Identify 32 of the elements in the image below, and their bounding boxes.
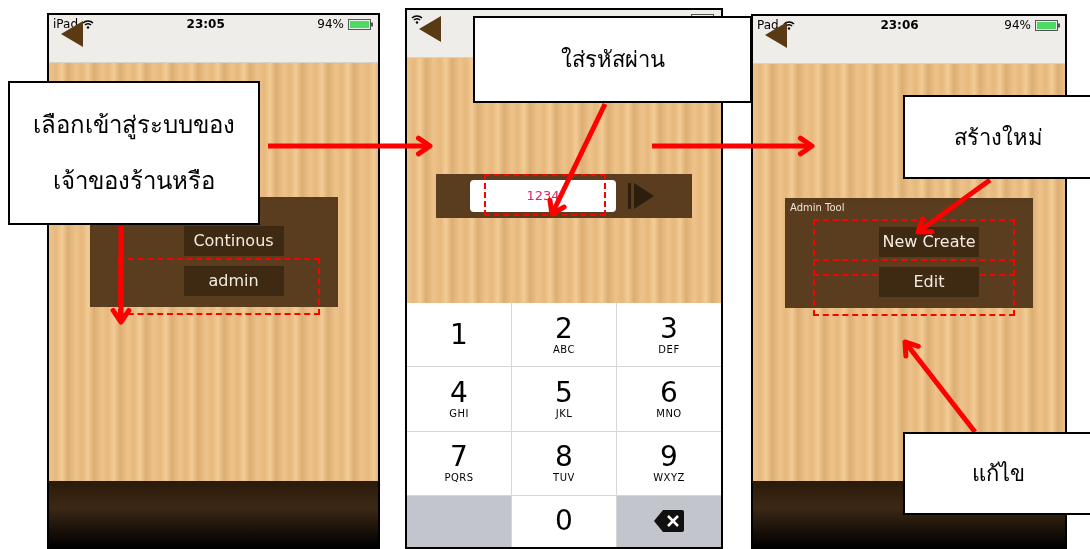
keypad-key[interactable]: 9 WXYZ	[617, 431, 721, 495]
menu-button[interactable]: New Create	[879, 226, 979, 257]
menu-button[interactable]: admin	[183, 266, 284, 296]
keypad-key[interactable]: 3 DEF	[617, 303, 721, 367]
battery-percent: 94%	[1004, 17, 1031, 34]
callout-label: สร้างใหม่	[903, 95, 1090, 179]
backspace-key[interactable]	[617, 495, 721, 547]
keypad-key[interactable]: 8 TUV	[512, 431, 616, 495]
callout-label: เลือกเข้าสู่ระบบของ เจ้าของร้านหรือ	[8, 81, 260, 225]
battery-percent: 94%	[317, 16, 344, 33]
callout-label: แก้ไข	[903, 432, 1090, 515]
battery-icon	[348, 18, 374, 30]
keypad-key[interactable]: 7 PQRS	[407, 431, 511, 495]
wifi-icon	[411, 14, 423, 24]
keypad-key[interactable]: 6 MNO	[617, 367, 721, 431]
keypad-key[interactable]: 2 ABC	[512, 303, 616, 367]
back-arrow-icon[interactable]	[419, 16, 441, 42]
delete-icon	[654, 510, 684, 533]
menu-button[interactable]: Continous	[183, 226, 284, 256]
callout-label: ใส่รหัสผ่าน	[473, 16, 752, 103]
keypad-key[interactable]: 1	[407, 303, 511, 367]
panel-title: Admin Tool	[790, 200, 845, 215]
passcode-field[interactable]: 1234	[470, 179, 616, 212]
wifi-icon	[82, 19, 94, 29]
battery-icon	[1035, 19, 1061, 31]
menu-button[interactable]: Edit	[879, 266, 979, 297]
clock-time: 23:05	[186, 16, 225, 33]
carrier-label: Pad	[757, 17, 779, 34]
keypad-key[interactable]: 0	[512, 495, 616, 547]
clock-time: 23:06	[880, 17, 919, 34]
keypad-key[interactable]: 4 GHI	[407, 367, 511, 431]
keypad-key[interactable]: 5 JKL	[512, 367, 616, 431]
